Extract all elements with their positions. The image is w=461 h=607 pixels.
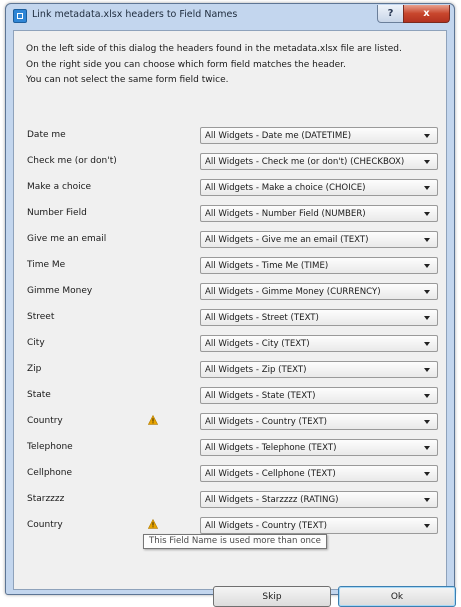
close-button[interactable]: x bbox=[403, 5, 450, 23]
header-label: Number Field bbox=[27, 208, 87, 218]
select-value: All Widgets - City (TEXT) bbox=[205, 339, 310, 349]
mapping-row: Make a choice All Widgets - Make a choic… bbox=[14, 179, 448, 196]
chevron-down-icon bbox=[424, 446, 430, 450]
select-value: All Widgets - Give me an email (TEXT) bbox=[205, 235, 369, 245]
mapping-row: Date me All Widgets - Date me (DATETIME) bbox=[14, 127, 448, 144]
warning-triangle-icon bbox=[148, 415, 158, 425]
mapping-row: Number Field All Widgets - Number Field … bbox=[14, 205, 448, 222]
ok-button[interactable]: Ok bbox=[338, 586, 456, 607]
select-value: All Widgets - Country (TEXT) bbox=[205, 417, 327, 427]
select-value: All Widgets - Date me (DATETIME) bbox=[205, 131, 352, 141]
mapping-row: City All Widgets - City (TEXT) bbox=[14, 335, 448, 352]
field-name-select[interactable]: All Widgets - Make a choice (CHOICE) bbox=[200, 179, 438, 196]
select-value: All Widgets - Gimme Money (CURRENCY) bbox=[205, 287, 381, 297]
header-label: Gimme Money bbox=[27, 286, 93, 296]
mapping-row: Zip All Widgets - Zip (TEXT) bbox=[14, 361, 448, 378]
select-value: All Widgets - Time Me (TIME) bbox=[205, 261, 329, 271]
dialog-window: Link metadata.xlsx headers to Field Name… bbox=[5, 3, 456, 607]
dialog-content: On the left side of this dialog the head… bbox=[13, 30, 456, 607]
header-label: Telephone bbox=[27, 442, 73, 452]
chevron-down-icon bbox=[424, 290, 430, 294]
header-label: Country bbox=[27, 416, 63, 426]
intro-line-1: On the left side of this dialog the head… bbox=[26, 44, 402, 54]
field-name-select[interactable]: All Widgets - State (TEXT) bbox=[200, 387, 438, 404]
mapping-row: Check me (or don't) All Widgets - Check … bbox=[14, 153, 448, 170]
chevron-down-icon bbox=[424, 420, 430, 424]
chevron-down-icon bbox=[424, 368, 430, 372]
mapping-row: Give me an email All Widgets - Give me a… bbox=[14, 231, 448, 248]
header-label: Give me an email bbox=[27, 234, 107, 244]
chevron-down-icon bbox=[424, 186, 430, 190]
chevron-down-icon bbox=[424, 342, 430, 346]
header-label: Make a choice bbox=[27, 182, 92, 192]
header-label: Date me bbox=[27, 130, 66, 140]
chevron-down-icon bbox=[424, 160, 430, 164]
field-name-select[interactable]: All Widgets - Check me (or don't) (CHECK… bbox=[200, 153, 438, 170]
chevron-down-icon bbox=[424, 264, 430, 268]
select-value: All Widgets - State (TEXT) bbox=[205, 391, 316, 401]
field-name-select[interactable]: All Widgets - Country (TEXT) bbox=[200, 413, 438, 430]
field-name-select[interactable]: All Widgets - Time Me (TIME) bbox=[200, 257, 438, 274]
chevron-down-icon bbox=[424, 134, 430, 138]
chevron-down-icon bbox=[424, 212, 430, 216]
title-bar[interactable]: Link metadata.xlsx headers to Field Name… bbox=[6, 4, 454, 28]
mapping-row: Country All Widgets - Country (TEXT) bbox=[14, 413, 448, 430]
select-value: All Widgets - Country (TEXT) bbox=[205, 521, 327, 531]
mapping-row: State All Widgets - State (TEXT) bbox=[14, 387, 448, 404]
select-value: All Widgets - Telephone (TEXT) bbox=[205, 443, 337, 453]
mapping-row: Country All Widgets - Country (TEXT) bbox=[14, 517, 448, 534]
header-label: Country bbox=[27, 520, 63, 530]
field-name-select[interactable]: All Widgets - Telephone (TEXT) bbox=[200, 439, 438, 456]
field-name-select[interactable]: All Widgets - Zip (TEXT) bbox=[200, 361, 438, 378]
chevron-down-icon bbox=[424, 498, 430, 502]
field-name-select[interactable]: All Widgets - Date me (DATETIME) bbox=[200, 127, 438, 144]
mapping-row: Street All Widgets - Street (TEXT) bbox=[14, 309, 448, 326]
header-label: Starzzzz bbox=[27, 494, 65, 504]
field-name-select[interactable]: All Widgets - Give me an email (TEXT) bbox=[200, 231, 438, 248]
header-label: State bbox=[27, 390, 51, 400]
chevron-down-icon bbox=[424, 394, 430, 398]
field-name-select[interactable]: All Widgets - Number Field (NUMBER) bbox=[200, 205, 438, 222]
intro-text: On the left side of this dialog the head… bbox=[26, 42, 446, 89]
chevron-down-icon bbox=[424, 472, 430, 476]
mapping-row: Cellphone All Widgets - Cellphone (TEXT) bbox=[14, 465, 448, 482]
intro-line-3: You can not select the same form field t… bbox=[26, 75, 229, 85]
field-name-select[interactable]: All Widgets - Street (TEXT) bbox=[200, 309, 438, 326]
warning-triangle-icon[interactable] bbox=[148, 519, 158, 529]
field-name-select[interactable]: All Widgets - Cellphone (TEXT) bbox=[200, 465, 438, 482]
select-value: All Widgets - Number Field (NUMBER) bbox=[205, 209, 366, 219]
field-name-select[interactable]: All Widgets - Country (TEXT) bbox=[200, 517, 438, 534]
mapping-row: Time Me All Widgets - Time Me (TIME) bbox=[14, 257, 448, 274]
select-value: All Widgets - Zip (TEXT) bbox=[205, 365, 307, 375]
header-label: Check me (or don't) bbox=[27, 156, 117, 166]
select-value: All Widgets - Make a choice (CHOICE) bbox=[205, 183, 366, 193]
select-value: All Widgets - Cellphone (TEXT) bbox=[205, 469, 336, 479]
select-value: All Widgets - Check me (or don't) (CHECK… bbox=[205, 157, 405, 167]
header-label: Time Me bbox=[27, 260, 66, 270]
app-icon bbox=[13, 9, 27, 23]
chevron-down-icon bbox=[424, 316, 430, 320]
select-value: All Widgets - Street (TEXT) bbox=[205, 313, 319, 323]
window-title: Link metadata.xlsx headers to Field Name… bbox=[32, 9, 238, 20]
select-value: All Widgets - Starzzzz (RATING) bbox=[205, 495, 339, 505]
mapping-row: Starzzzz All Widgets - Starzzzz (RATING) bbox=[14, 491, 448, 508]
chevron-down-icon bbox=[424, 238, 430, 242]
header-label: Cellphone bbox=[27, 468, 72, 478]
skip-button[interactable]: Skip bbox=[213, 586, 331, 607]
header-label: City bbox=[27, 338, 45, 348]
field-name-select[interactable]: All Widgets - City (TEXT) bbox=[200, 335, 438, 352]
header-label: Zip bbox=[27, 364, 42, 374]
mapping-row: Telephone All Widgets - Telephone (TEXT) bbox=[14, 439, 448, 456]
mapping-row: Gimme Money All Widgets - Gimme Money (C… bbox=[14, 283, 448, 300]
field-name-select[interactable]: All Widgets - Gimme Money (CURRENCY) bbox=[200, 283, 438, 300]
duplicate-warning-tooltip: This Field Name is used more than once bbox=[143, 534, 327, 549]
chevron-down-icon bbox=[424, 524, 430, 528]
field-name-select[interactable]: All Widgets - Starzzzz (RATING) bbox=[200, 491, 438, 508]
intro-line-2: On the right side you can choose which f… bbox=[26, 59, 346, 70]
help-button[interactable]: ? bbox=[377, 5, 404, 23]
header-label: Street bbox=[27, 312, 55, 322]
